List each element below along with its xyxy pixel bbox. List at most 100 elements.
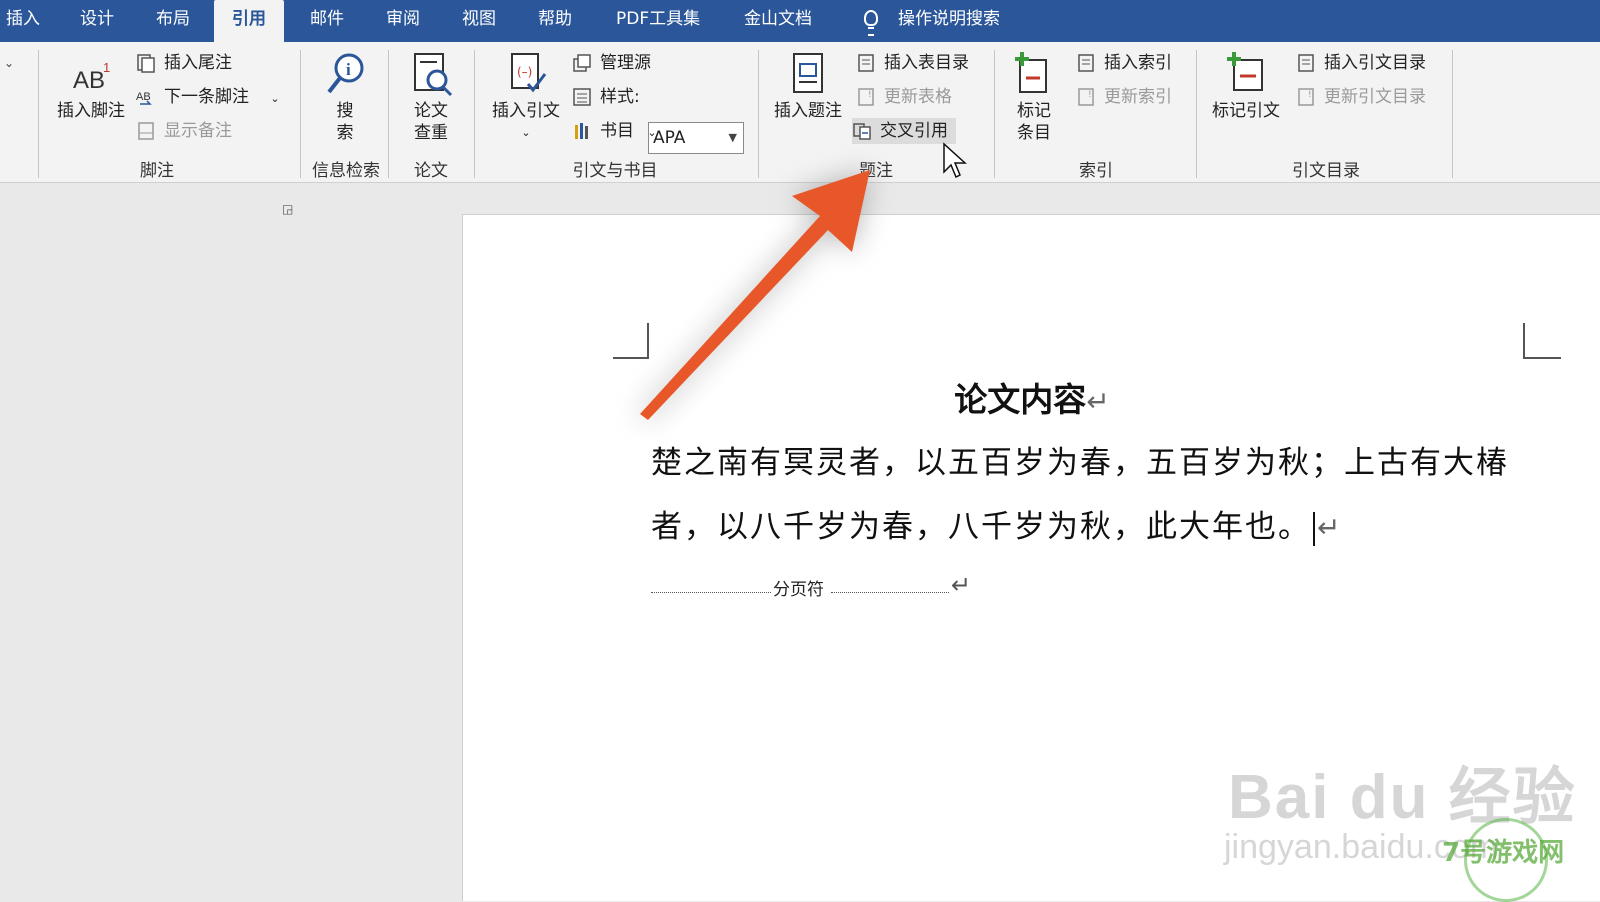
group-label-paper: 论文 bbox=[414, 161, 448, 181]
manage-sources-label: 管理源 bbox=[600, 53, 651, 73]
svg-text:AB: AB bbox=[136, 91, 151, 103]
update-toa-button[interactable]: ! 更新引文目录 bbox=[1296, 84, 1426, 110]
insert-caption-label: 插入题注 bbox=[774, 101, 842, 121]
page-break-line bbox=[831, 592, 949, 593]
update-table-button[interactable]: ! 更新表格 bbox=[856, 84, 952, 110]
insert-endnote-label: 插入尾注 bbox=[164, 53, 232, 73]
insert-citation-button[interactable]: (–) 插入引文 ⌄ bbox=[488, 50, 564, 144]
insert-table-of-figures-button[interactable]: 插入表目录 bbox=[856, 50, 969, 76]
tab-review[interactable]: 审阅 bbox=[386, 0, 420, 42]
paragraph-mark: ↵ bbox=[951, 571, 972, 599]
citation-style-value: APA bbox=[653, 128, 686, 148]
tab-kingsoft-docs[interactable]: 金山文档 bbox=[744, 0, 812, 42]
search-icon: i bbox=[327, 53, 364, 94]
paper-check-icon bbox=[414, 53, 453, 97]
update-index-label: 更新索引 bbox=[1104, 87, 1172, 107]
cross-reference-icon bbox=[853, 123, 871, 140]
ribbon-references: ⌄ AB 1 插入脚注 插入尾注 AB 下一条脚注 ⌄ 显示备注 脚注 ◲ i … bbox=[0, 42, 1600, 216]
cross-reference-label: 交叉引用 bbox=[880, 121, 948, 141]
insert-footnote-button[interactable]: AB 1 插入脚注 bbox=[52, 50, 130, 122]
group-separator bbox=[1452, 50, 1453, 178]
insert-caption-button[interactable]: 插入题注 bbox=[770, 50, 846, 122]
group-separator bbox=[1196, 50, 1197, 178]
chevron-down-icon[interactable]: ⌄ bbox=[270, 92, 279, 105]
insert-index-icon bbox=[1078, 54, 1094, 72]
style-icon bbox=[573, 88, 591, 106]
chevron-down-icon[interactable]: ⌄ bbox=[647, 126, 656, 139]
document-title-text: 论文内容 bbox=[954, 380, 1087, 419]
tab-layout[interactable]: 布局 bbox=[156, 0, 190, 42]
tab-references[interactable]: 引用 bbox=[214, 0, 284, 42]
style-selector-label: 样式: bbox=[572, 84, 640, 110]
dialog-launcher-icon[interactable]: ◲ bbox=[282, 202, 293, 216]
text-cursor bbox=[1313, 511, 1315, 546]
update-index-icon: ! bbox=[1078, 88, 1094, 106]
manage-sources-button[interactable]: 管理源 bbox=[572, 50, 651, 76]
bibliography-label: 书目 bbox=[600, 121, 634, 141]
tab-pdf-tools[interactable]: PDF工具集 bbox=[616, 0, 700, 42]
body-line-2-text: 者，以八千岁为春，八千岁为秋，此大年也。 bbox=[651, 509, 1311, 545]
update-index-button[interactable]: ! 更新索引 bbox=[1076, 84, 1172, 110]
insert-toa-button[interactable]: 插入引文目录 bbox=[1296, 50, 1426, 76]
svg-text:!: ! bbox=[1308, 90, 1312, 100]
cross-reference-button[interactable]: 交叉引用 bbox=[852, 118, 956, 144]
site-watermark: 7号游戏网 bbox=[1442, 838, 1565, 868]
mark-entry-icon bbox=[1015, 52, 1047, 93]
mark-entry-button[interactable]: 标记条目 bbox=[1004, 50, 1064, 144]
mark-citation-icon bbox=[1227, 52, 1263, 91]
svg-text:AB: AB bbox=[73, 67, 105, 94]
tab-mailings[interactable]: 邮件 bbox=[310, 0, 344, 42]
ribbon-scroll-chevron-icon[interactable]: ⌄ bbox=[4, 56, 14, 70]
group-separator bbox=[38, 50, 39, 178]
insert-endnote-button[interactable]: 插入尾注 bbox=[136, 50, 232, 76]
insert-citation-label: 插入引文 bbox=[492, 101, 560, 121]
paper-check-label: 论文查重 bbox=[414, 101, 448, 143]
mark-citation-button[interactable]: 标记引文 bbox=[1206, 50, 1286, 122]
bibliography-button[interactable]: 书目 ⌄ bbox=[572, 118, 657, 144]
body-line-2[interactable]: 者，以八千岁为春，八千岁为秋，此大年也。 ↵ bbox=[651, 501, 1342, 546]
update-toa-icon: ! bbox=[1298, 88, 1314, 106]
group-separator bbox=[474, 50, 475, 178]
bibliography-icon bbox=[575, 123, 588, 139]
insert-caption-icon bbox=[793, 53, 823, 93]
footnote-icon: AB 1 bbox=[73, 60, 110, 94]
show-notes-icon bbox=[138, 122, 154, 140]
insert-toa-label: 插入引文目录 bbox=[1324, 53, 1426, 73]
crop-mark bbox=[1523, 323, 1561, 359]
group-separator bbox=[300, 50, 301, 178]
page-break-line bbox=[651, 592, 771, 593]
tell-me-search[interactable]: 操作说明搜索 bbox=[898, 0, 1000, 42]
update-table-label: 更新表格 bbox=[884, 87, 952, 107]
search-label: 搜索 bbox=[336, 101, 354, 143]
insert-index-button[interactable]: 插入索引 bbox=[1076, 50, 1172, 76]
document-title[interactable]: 论文内容↵ bbox=[463, 373, 1600, 421]
mark-citation-label: 标记引文 bbox=[1212, 101, 1280, 121]
insert-footnote-label: 插入脚注 bbox=[57, 101, 125, 121]
update-toa-label: 更新引文目录 bbox=[1324, 87, 1426, 107]
search-button[interactable]: i 搜索 bbox=[316, 50, 374, 144]
citation-style-dropdown[interactable]: APA ▼ bbox=[648, 122, 744, 154]
manage-sources-icon bbox=[573, 54, 591, 72]
tab-insert[interactable]: 插入 bbox=[6, 0, 40, 42]
group-separator bbox=[758, 50, 759, 178]
body-line-1[interactable]: 楚之南有冥灵者，以五百岁为春，五百岁为秋；上古有大椿 bbox=[651, 437, 1509, 482]
paragraph-mark: ↵ bbox=[1317, 511, 1343, 544]
insert-index-label: 插入索引 bbox=[1104, 53, 1172, 73]
insert-table-of-figures-label: 插入表目录 bbox=[884, 53, 969, 73]
tab-help[interactable]: 帮助 bbox=[538, 0, 572, 42]
show-notes-label: 显示备注 bbox=[164, 121, 232, 141]
dropdown-arrow-icon: ▼ bbox=[728, 131, 737, 144]
style-label: 样式: bbox=[600, 87, 640, 107]
tab-design[interactable]: 设计 bbox=[80, 0, 114, 42]
chevron-down-icon[interactable]: ⌄ bbox=[488, 122, 564, 144]
lightbulb-icon bbox=[864, 10, 878, 36]
crop-mark bbox=[613, 323, 649, 359]
next-footnote-button[interactable]: AB 下一条脚注 ⌄ bbox=[136, 84, 280, 110]
group-label-captions: 题注 bbox=[859, 161, 893, 181]
group-separator bbox=[994, 50, 995, 178]
ribbon-tab-bar: 插入 设计 布局 引用 邮件 审阅 视图 帮助 PDF工具集 金山文档 操作说明… bbox=[0, 0, 1600, 42]
show-notes-button[interactable]: 显示备注 bbox=[136, 118, 232, 144]
svg-text:i: i bbox=[346, 60, 351, 79]
tab-view[interactable]: 视图 bbox=[462, 0, 496, 42]
paper-check-button[interactable]: 论文查重 bbox=[402, 50, 460, 144]
